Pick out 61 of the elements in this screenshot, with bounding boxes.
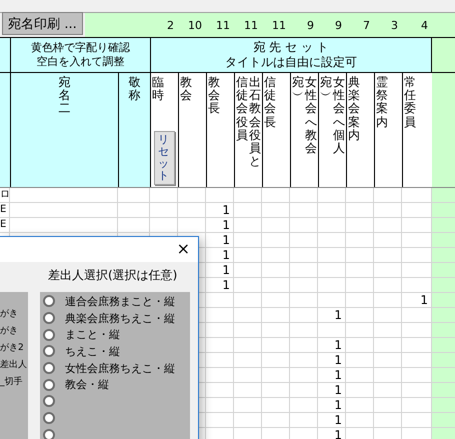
column-header: 女性会へ個人 <box>333 76 345 156</box>
count-value: 11 <box>243 18 259 34</box>
table-cell: 1 <box>318 398 346 412</box>
table-cell: 1 <box>318 308 346 322</box>
column-header: 霊祭案内 <box>376 76 388 129</box>
list-item[interactable]: _切手 <box>0 374 22 391</box>
count-value: 9 <box>306 18 315 34</box>
column-header: 常任委員 <box>404 76 416 129</box>
close-icon[interactable]: × <box>176 239 190 259</box>
count-value: 10 <box>187 18 203 34</box>
column-header: 宛︶ <box>320 76 332 104</box>
table-cell: E <box>0 218 10 232</box>
table-cell: 1 <box>318 413 346 427</box>
table-cell: ロ <box>0 188 10 202</box>
column-header: 出石教会役員と <box>249 76 261 168</box>
column-header: 臨時 <box>152 76 164 102</box>
option-label[interactable]: 教会・縦 <box>65 377 109 392</box>
option-label[interactable]: ちえこ・縦 <box>65 344 120 359</box>
count-value: 7 <box>362 18 371 34</box>
count-value: 11 <box>215 18 231 34</box>
column-header: 典楽会案内 <box>348 76 360 142</box>
column-header: 教会 <box>180 76 192 102</box>
option-label[interactable]: 連合会庶務まこと・縦 <box>65 294 175 309</box>
table-cell: 1 <box>206 203 234 217</box>
option-label[interactable]: 典楽会庶務ちえこ・縦 <box>65 310 175 326</box>
column-header: 教会長 <box>208 76 220 116</box>
table-cell: 1 <box>206 263 234 277</box>
list-item[interactable]: がき <box>0 323 18 340</box>
column-header: 宛名二 <box>58 76 70 116</box>
count-value: 11 <box>271 18 287 34</box>
column-header: 信徒会長 <box>264 76 276 129</box>
table-cell: 1 <box>318 353 346 367</box>
header-note: 空白を入れて調整 <box>36 55 124 69</box>
dialog-heading: 差出人選択(選択は任意) <box>48 267 178 284</box>
table-cell: 1 <box>318 368 346 382</box>
table-cell: 1 <box>318 383 346 397</box>
column-header: 宛︶ <box>292 76 304 104</box>
option-label[interactable]: 女性会庶務ちえこ・縦 <box>65 360 175 376</box>
print-button[interactable]: 宛名印刷 ... <box>2 12 83 35</box>
header-title: 宛 先 セ ッ ト <box>253 40 329 55</box>
table-cell: 1 <box>206 218 234 232</box>
list-item[interactable]: がき <box>0 306 18 323</box>
header-title: タイトルは自由に設定可 <box>225 55 357 70</box>
column-header: 女性会へ教会 <box>305 76 317 156</box>
count-value: 9 <box>334 18 343 34</box>
header-note: 黄色枠で字配り確認 <box>31 41 130 55</box>
list-item[interactable]: 差出人 <box>0 357 27 374</box>
option-label[interactable]: まこと・縦 <box>65 327 120 342</box>
table-cell: 1 <box>318 338 346 352</box>
column-header: 信徒会役員 <box>236 76 248 144</box>
column-header: 敬称 <box>128 76 140 102</box>
table-cell: 1 <box>318 428 346 439</box>
count-value: 2 <box>166 18 175 34</box>
list-item[interactable]: がき2 <box>0 340 24 357</box>
table-cell: E <box>0 203 10 217</box>
count-value: 3 <box>390 18 399 34</box>
count-value: 4 <box>420 18 429 34</box>
table-cell: 1 <box>206 233 234 247</box>
table-cell: 1 <box>206 278 234 292</box>
table-cell: 1 <box>206 248 234 262</box>
reset-button[interactable]: リセット <box>154 131 175 185</box>
